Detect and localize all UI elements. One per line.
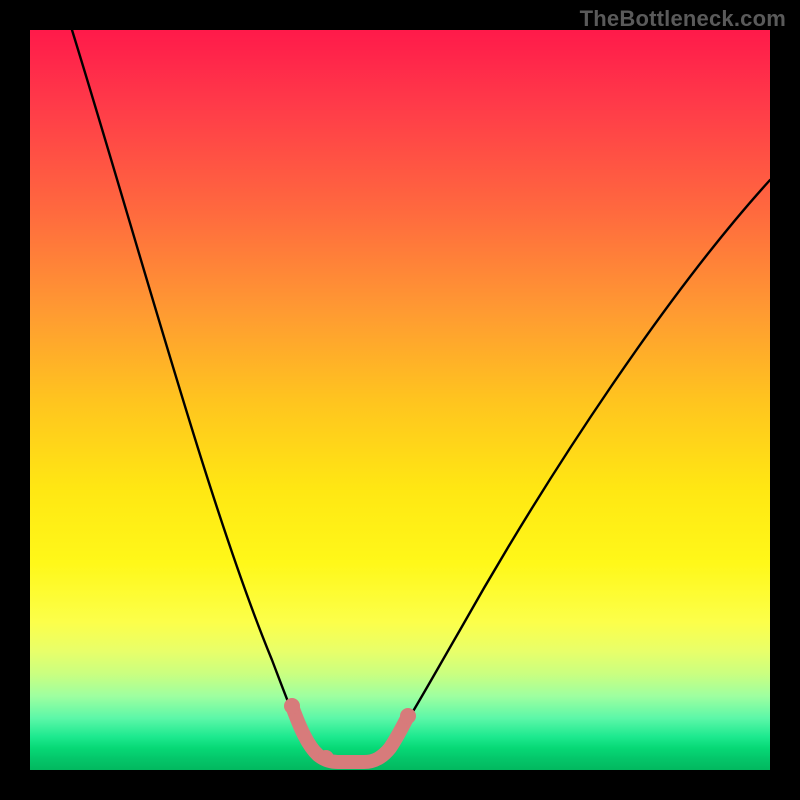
highlight-dot-mid <box>318 750 334 766</box>
optimal-zone-highlight <box>292 706 408 762</box>
highlight-dot-left <box>284 698 300 714</box>
plot-area <box>30 30 770 770</box>
highlight-dot-right <box>400 708 416 724</box>
bottleneck-curve-line <box>72 30 770 762</box>
chart-svg <box>30 30 770 770</box>
watermark-text: TheBottleneck.com <box>580 6 786 32</box>
